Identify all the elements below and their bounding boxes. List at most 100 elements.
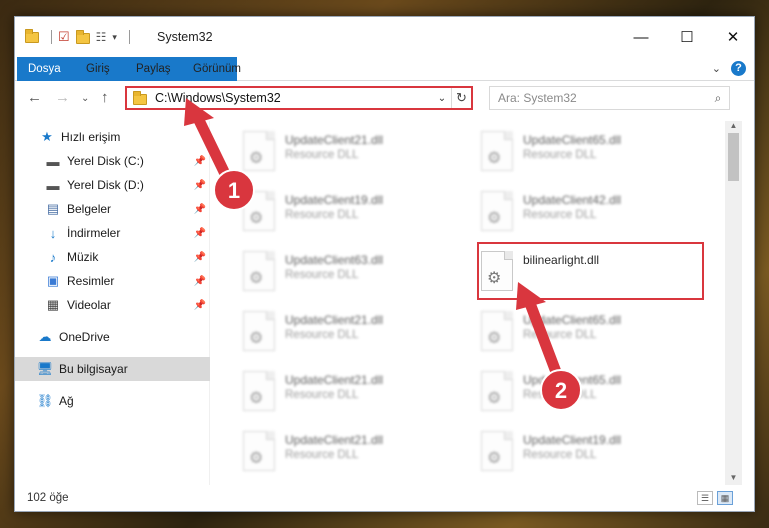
file-description: Resource DLL — [285, 269, 359, 281]
gear-icon: ⚙ — [249, 390, 264, 407]
file-description: Resource DLL — [285, 209, 359, 221]
file-item[interactable]: ⚙ UpdateClient21.dll Resource DLL — [233, 427, 453, 477]
gear-icon: ⚙ — [487, 330, 502, 347]
pin-icon[interactable]: 📌 — [194, 156, 206, 167]
properties-icon[interactable]: ☑ — [58, 29, 70, 45]
title-bar: ☑ ☷ ▾ System32 — ☐ ✕ — [15, 17, 754, 57]
sidebar-item-network[interactable]: ⛓ Ağ — [15, 389, 210, 413]
help-icon[interactable]: ? — [731, 61, 746, 76]
tab-view[interactable]: Görünüm — [182, 57, 252, 81]
sidebar-item-videos[interactable]: ▦ Videolar 📌 — [15, 293, 210, 317]
file-description: Resource DLL — [285, 149, 359, 161]
divider — [128, 30, 130, 44]
file-item[interactable]: ⚙ UpdateClient65.dll Resource DLL — [471, 307, 691, 357]
file-item[interactable]: ⚙ UpdateClient21.dll Resource DLL — [233, 307, 453, 357]
dll-file-icon: ⚙ — [243, 311, 275, 351]
sidebar-item-label: OneDrive — [59, 330, 110, 344]
sidebar-item-local-disk-c[interactable]: ▬ Yerel Disk (C:) 📌 — [15, 149, 210, 173]
file-description: Resource DLL — [523, 389, 597, 401]
file-name: UpdateClient65.dll — [523, 373, 622, 387]
file-name: UpdateClient65.dll — [523, 313, 622, 327]
dll-file-icon: ⚙ — [243, 131, 275, 171]
gear-icon: ⚙ — [249, 150, 264, 167]
address-path[interactable]: C:\Windows\System32 — [155, 91, 433, 105]
minimize-button[interactable]: — — [618, 17, 664, 57]
tab-share[interactable]: Paylaş — [125, 57, 182, 81]
up-button[interactable]: ↑ — [101, 89, 109, 106]
dll-file-icon: ⚙ — [481, 311, 513, 351]
tab-home[interactable]: Giriş — [75, 57, 121, 81]
sidebar-item-pictures[interactable]: ▣ Resimler 📌 — [15, 269, 210, 293]
sidebar-item-downloads[interactable]: ↓ İndirmeler 📌 — [15, 221, 210, 245]
sidebar-item-label: Ağ — [59, 394, 74, 408]
file-name: UpdateClient42.dll — [523, 193, 622, 207]
sidebar-item-documents[interactable]: ▤ Belgeler 📌 — [15, 197, 210, 221]
pin-icon[interactable]: 📌 — [194, 228, 206, 239]
sidebar-item-this-pc[interactable]: 🖥 Bu bilgisayar — [15, 357, 210, 381]
file-item[interactable]: ⚙ UpdateClient19.dll Resource DLL — [471, 427, 691, 477]
address-bar[interactable]: C:\Windows\System32 ⌄ ↻ — [125, 86, 473, 110]
gear-icon: ⚙ — [487, 150, 502, 167]
vertical-scrollbar[interactable]: ▲ ▼ — [725, 121, 742, 485]
file-description: Resource DLL — [285, 389, 359, 401]
pin-icon[interactable]: 📌 — [194, 300, 206, 311]
sidebar-item-label: Videolar — [67, 298, 111, 312]
sidebar-item-label: Yerel Disk (D:) — [67, 178, 144, 192]
navigation-bar: ← → ⌄ ↑ C:\Windows\System32 ⌄ ↻ Ara: Sys… — [15, 81, 754, 115]
rename-icon[interactable]: ☷ — [96, 30, 107, 44]
tiles-view-icon[interactable]: ▦ — [717, 491, 733, 505]
file-name: UpdateClient21.dll — [285, 373, 384, 387]
details-view-icon[interactable]: ☰ — [697, 491, 713, 505]
scrollbar-thumb[interactable] — [728, 133, 739, 181]
search-input[interactable]: Ara: System32 — [498, 91, 707, 105]
back-button[interactable]: ← — [27, 89, 42, 106]
close-button[interactable]: ✕ — [710, 17, 756, 57]
file-item[interactable]: ⚙ UpdateClient65.dll Resource DLL — [471, 127, 691, 177]
recent-locations-button[interactable]: ⌄ — [81, 93, 89, 104]
star-icon: ★ — [41, 129, 53, 144]
pin-icon[interactable]: 📌 — [194, 276, 206, 287]
status-bar: 102 öğe ☰ ▦ — [15, 487, 754, 511]
pin-icon[interactable]: 📌 — [194, 252, 206, 263]
file-item[interactable]: ⚙ UpdateClient19.dll Resource DLL — [233, 187, 453, 237]
file-item[interactable]: ⚙ UpdateClient65.dll Resource DLL — [471, 367, 691, 417]
forward-button[interactable]: → — [55, 89, 70, 106]
file-description: Resource DLL — [523, 329, 597, 341]
window-title: System32 — [157, 30, 213, 44]
file-description: Resource DLL — [285, 329, 359, 341]
navigation-pane: ★ Hızlı erişim ▬ Yerel Disk (C:) 📌 ▬ Yer… — [15, 121, 210, 485]
file-description: Resource DLL — [523, 149, 597, 161]
expand-ribbon-icon[interactable]: ⌄ — [712, 62, 721, 75]
refresh-button[interactable]: ↻ — [451, 88, 471, 108]
file-name: UpdateClient19.dll — [523, 433, 622, 447]
scroll-up-icon[interactable]: ▲ — [725, 121, 742, 133]
dll-file-icon: ⚙ — [481, 191, 513, 231]
scroll-down-icon[interactable]: ▼ — [725, 473, 742, 485]
file-item[interactable]: ⚙ UpdateClient21.dll Resource DLL — [233, 367, 453, 417]
file-name: UpdateClient65.dll — [523, 133, 622, 147]
sidebar-item-label: Resimler — [67, 274, 115, 288]
maximize-button[interactable]: ☐ — [664, 17, 710, 57]
customize-qa-chevron-icon[interactable]: ▾ — [112, 32, 117, 43]
file-item[interactable]: ⚙ UpdateClient42.dll Resource DLL — [471, 187, 691, 237]
target-file-highlight — [477, 242, 704, 300]
sidebar-item-local-disk-d[interactable]: ▬ Yerel Disk (D:) 📌 — [15, 173, 210, 197]
search-icon[interactable]: ⌕ — [707, 91, 729, 106]
file-item[interactable]: ⚙ UpdateClient21.dll Resource DLL — [233, 127, 453, 177]
dll-file-icon: ⚙ — [243, 431, 275, 471]
sidebar-item-music[interactable]: ♪ Müzik 📌 — [15, 245, 210, 269]
sidebar-item-quick-access[interactable]: ★ Hızlı erişim — [15, 125, 210, 149]
pin-icon[interactable]: 📌 — [194, 180, 206, 191]
address-dropdown-icon[interactable]: ⌄ — [433, 93, 451, 104]
file-name: UpdateClient21.dll — [285, 433, 384, 447]
pin-icon[interactable]: 📌 — [194, 204, 206, 215]
sidebar-item-label: Bu bilgisayar — [59, 362, 128, 376]
gear-icon: ⚙ — [487, 210, 502, 227]
new-folder-icon[interactable] — [75, 30, 90, 44]
sidebar-item-label: Müzik — [67, 250, 99, 264]
dll-file-icon: ⚙ — [481, 431, 513, 471]
search-box[interactable]: Ara: System32 ⌕ — [489, 86, 730, 110]
file-item[interactable]: ⚙ UpdateClient63.dll Resource DLL — [233, 247, 453, 297]
sidebar-item-onedrive[interactable]: ☁ OneDrive — [15, 325, 210, 349]
gear-icon: ⚙ — [249, 270, 264, 287]
